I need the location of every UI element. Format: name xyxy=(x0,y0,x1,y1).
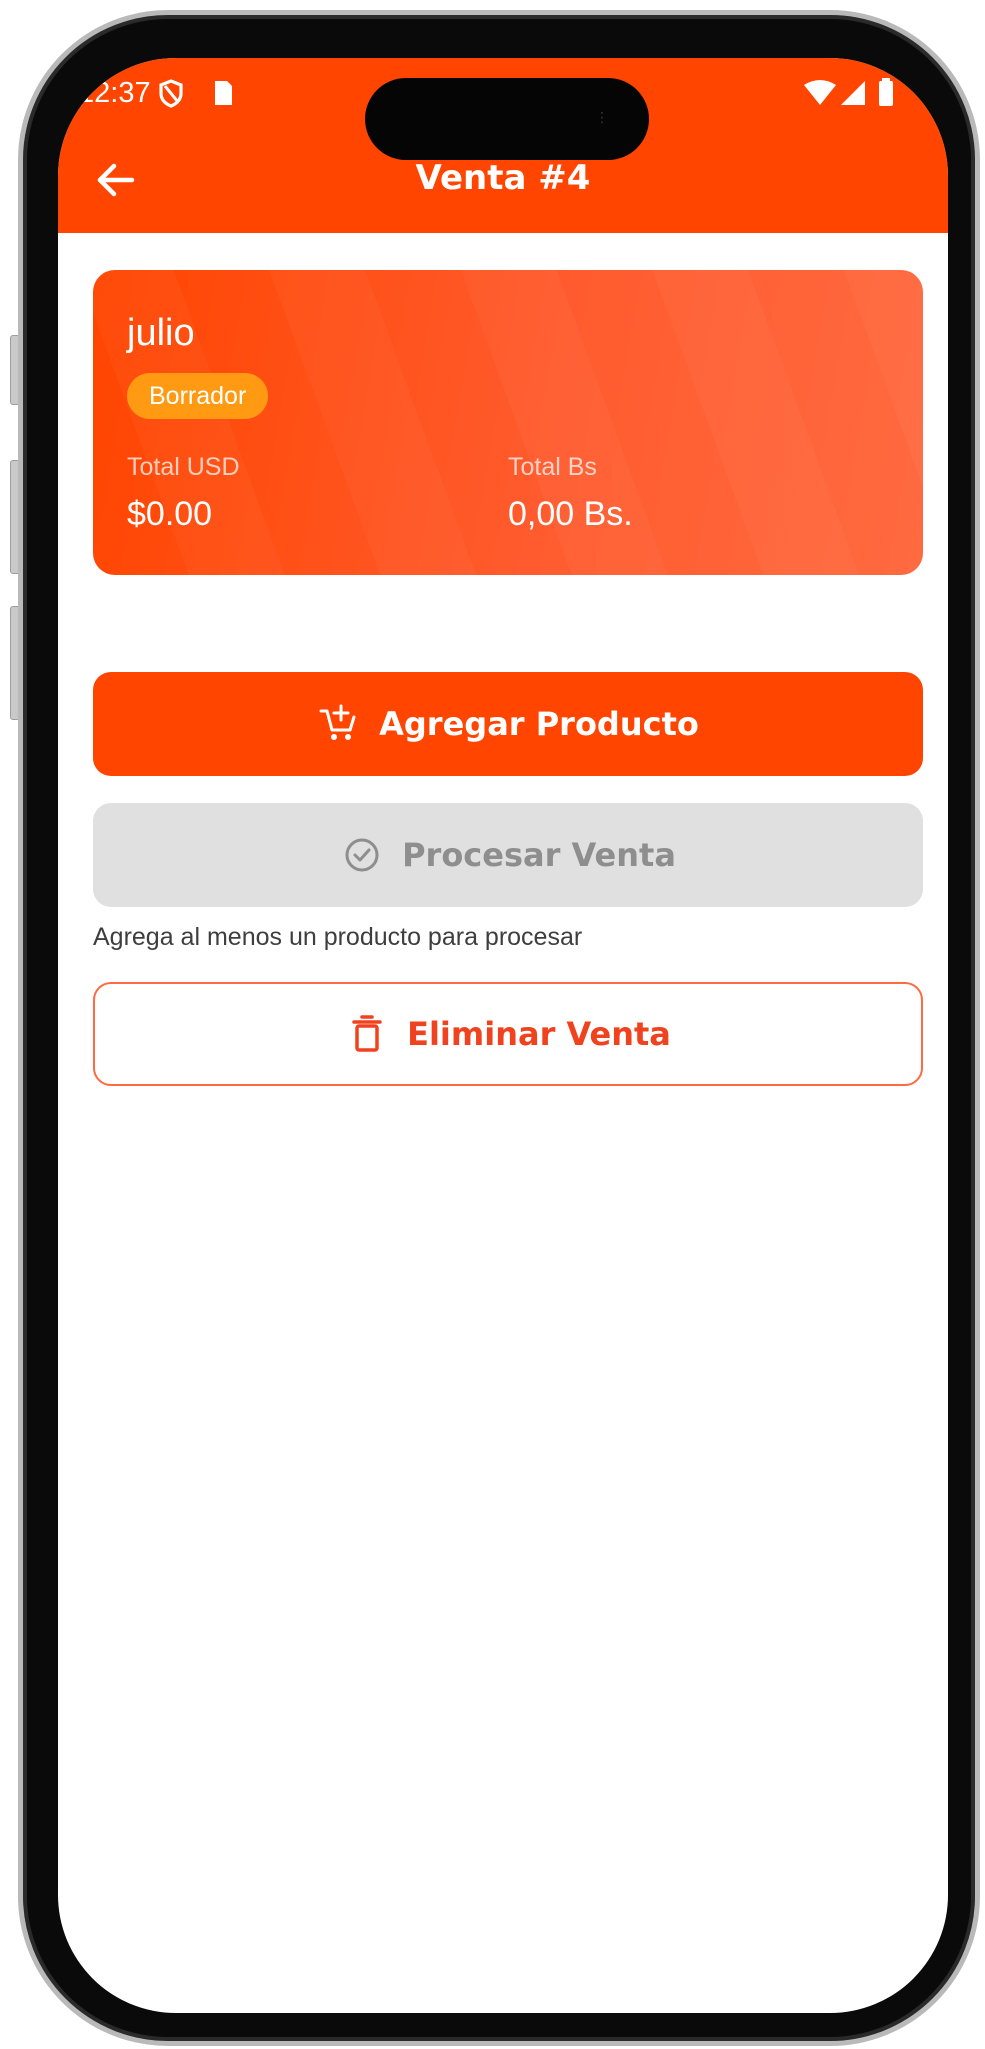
status-time: 12:37 xyxy=(78,77,151,109)
total-usd-value: $0.00 xyxy=(127,495,213,533)
shield-icon xyxy=(159,79,183,108)
sale-summary-card: julio Borrador Total USD $0.00 Total Bs … xyxy=(93,270,923,575)
wifi-icon xyxy=(804,80,836,105)
client-name: julio xyxy=(127,312,195,354)
page-title: Venta #4 xyxy=(415,158,591,198)
device-mockup: 12:37 ⋮ Venta #4 julio Borrador Total US… xyxy=(0,0,985,2049)
total-usd-label: Total USD xyxy=(127,453,240,481)
dynamic-island: ⋮ xyxy=(365,78,649,160)
trash-icon xyxy=(352,1015,382,1052)
process-hint-text: Agrega al menos un producto para procesa… xyxy=(93,923,583,951)
cart-plus-icon xyxy=(319,704,356,740)
delete-sale-button[interactable]: Eliminar Venta xyxy=(93,982,923,1086)
process-sale-label: Procesar Venta xyxy=(402,836,676,874)
delete-sale-label: Eliminar Venta xyxy=(407,1015,671,1053)
total-bs-label: Total Bs xyxy=(508,453,597,481)
add-product-label: Agregar Producto xyxy=(379,705,699,743)
check-circle-icon xyxy=(345,838,379,872)
add-product-button[interactable]: Agregar Producto xyxy=(93,672,923,776)
process-sale-button[interactable]: Procesar Venta xyxy=(93,803,923,907)
battery-icon xyxy=(879,78,893,106)
app-screen: 12:37 ⋮ Venta #4 julio Borrador Total US… xyxy=(58,58,948,2013)
app-bar: 12:37 ⋮ Venta #4 xyxy=(58,58,948,233)
signal-icon xyxy=(841,81,865,105)
status-badge: Borrador xyxy=(127,373,269,419)
total-bs-value: 0,00 Bs. xyxy=(508,495,633,533)
sim-card-icon xyxy=(215,81,232,105)
